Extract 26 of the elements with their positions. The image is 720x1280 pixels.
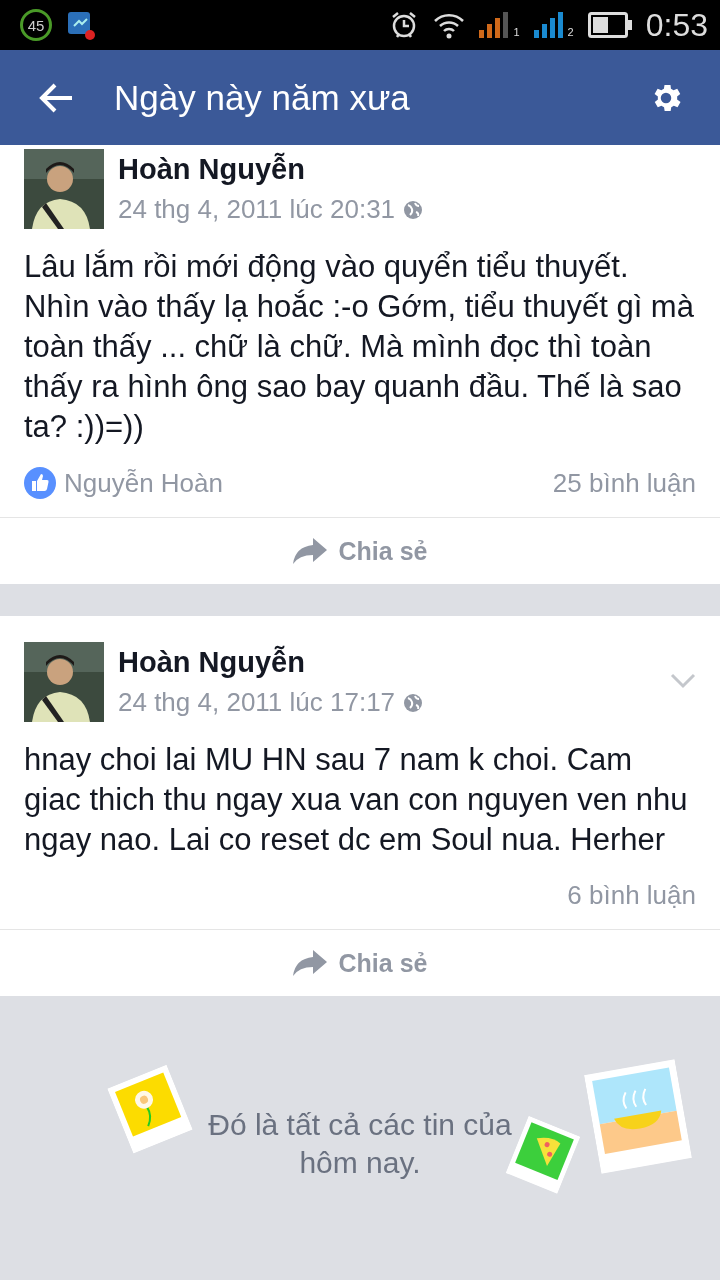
- wifi-icon: [433, 11, 466, 39]
- globe-icon: [403, 692, 424, 713]
- comments-count[interactable]: 25 bình luận: [552, 467, 696, 499]
- thumbs-up-icon: [24, 467, 56, 499]
- battery-saver-badge: 45: [20, 9, 52, 41]
- clock-time: 0:53: [645, 6, 708, 44]
- share-button[interactable]: Chia sẻ: [286, 535, 434, 567]
- likes-label[interactable]: Nguyễn Hoàn: [64, 467, 223, 499]
- post-text: Lâu lắm rồi mới động vào quyển tiểu thuyết. Nhìn vào thấy lạ hoắc :-o Gớm, tiểu thuyết gì mà toàn thấy ... chữ là chữ. Mà mình đọc thì toàn thấy ra hình ông sao bay quanh đầu. Thế là sao ta? :))=)): [24, 248, 695, 446]
- end-of-feed-message: Đó là tất cả các tin của hôm nay.: [207, 1107, 513, 1181]
- share-arrow-icon: [292, 950, 327, 976]
- signal-icon: [533, 10, 566, 40]
- back-button[interactable]: [38, 81, 74, 114]
- sim-label: 2: [567, 26, 574, 38]
- battery-icon: [587, 12, 632, 38]
- author-name[interactable]: Hoàn Nguyễn: [118, 646, 656, 679]
- share-arrow-icon: [292, 538, 327, 564]
- share-button[interactable]: Chia sẻ: [286, 947, 434, 979]
- post-time: 24 thg 4, 2011 lúc 20:31: [118, 194, 396, 225]
- comments-count[interactable]: 6 bình luận: [567, 880, 696, 911]
- globe-icon: [403, 199, 424, 220]
- app-bar-title: Ngày này năm xưa: [114, 77, 411, 118]
- author-name[interactable]: Hoàn Nguyễn: [118, 153, 696, 186]
- sim-label: 1: [513, 26, 520, 38]
- post-text: hnay choi lai MU HN sau 7 nam k choi. Cam giac thich thu ngay xua van con nguyen ven nhu ngay nao. Lai co reset dc em Soul nua. Herher: [24, 741, 689, 859]
- post-time: 24 thg 4, 2011 lúc 17:17: [118, 687, 396, 718]
